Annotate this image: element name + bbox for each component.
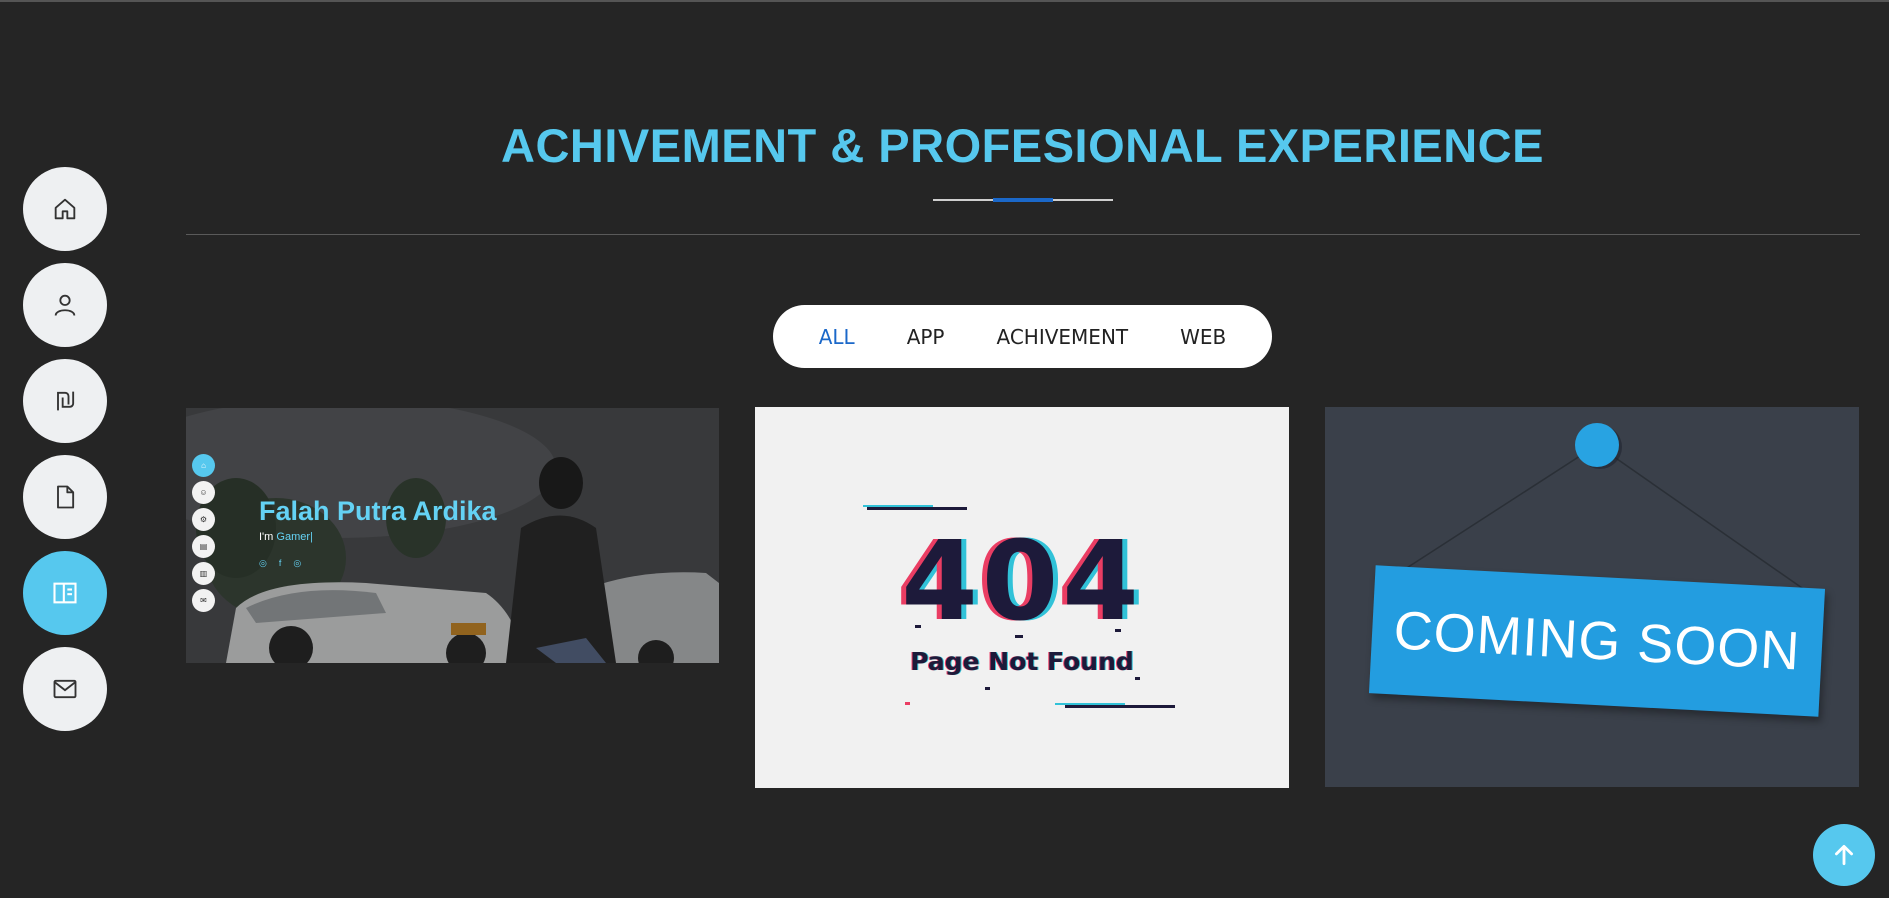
- nav-portfolio-button[interactable]: [23, 551, 107, 635]
- title-underline: [933, 198, 1113, 202]
- preview-file-icon: ▤: [192, 535, 215, 558]
- filter-achivement[interactable]: ACHIVEMENT: [971, 325, 1155, 349]
- preview-subtitle-highlight: Gamer|: [276, 531, 313, 543]
- portfolio-card-coming-soon[interactable]: COMING SOON: [1325, 407, 1859, 787]
- preview-subtitle-prefix: I'm: [259, 531, 277, 543]
- portfolio-card-404[interactable]: 404 Page Not Found: [755, 407, 1289, 788]
- coming-soon-text: COMING SOON: [1392, 600, 1802, 682]
- section-title: ACHIVEMENT & PROFESIONAL EXPERIENCE: [501, 119, 1544, 172]
- scroll-top-button[interactable]: [1813, 824, 1875, 886]
- filter-all[interactable]: ALL: [793, 325, 881, 349]
- section-divider: [186, 234, 1860, 235]
- coming-soon-sign: COMING SOON: [1368, 565, 1826, 717]
- title-underline-accent: [993, 198, 1053, 202]
- error-code: 404: [901, 517, 1143, 645]
- nav-resume-button[interactable]: [23, 455, 107, 539]
- preview-mail-icon: ✉: [192, 589, 215, 612]
- preview-subtitle: I'm Gamer|: [259, 531, 313, 543]
- preview-skills-icon: ⚙: [192, 508, 215, 531]
- filter-app[interactable]: APP: [881, 325, 971, 349]
- arrow-up-icon: [1835, 844, 1853, 866]
- pin-icon: [1575, 423, 1619, 467]
- home-icon: [54, 198, 76, 220]
- preview-user-icon: ☺: [192, 481, 215, 504]
- nav-home-button[interactable]: [23, 167, 107, 251]
- file-icon: [57, 485, 75, 509]
- nav-contact-button[interactable]: [23, 647, 107, 731]
- portfolio-card-website[interactable]: ⌂ ☺ ⚙ ▤ ▥ ✉ Falah Putra Ardika I'm Gamer…: [186, 408, 719, 663]
- preview-portfolio-icon: ▥: [192, 562, 215, 585]
- shekel-icon: [57, 391, 75, 411]
- preview-social-icons: ◎f◎: [259, 558, 314, 568]
- portfolio-icon: [53, 582, 77, 604]
- mail-icon: [53, 679, 77, 699]
- nav-about-button[interactable]: [23, 263, 107, 347]
- nav-skills-button[interactable]: [23, 359, 107, 443]
- preview-home-icon: ⌂: [192, 454, 215, 477]
- preview-name: Falah Putra Ardika: [259, 496, 497, 526]
- filter-web[interactable]: WEB: [1154, 325, 1252, 349]
- error-message: Page Not Found: [910, 647, 1134, 676]
- portfolio-filters: ALL APP ACHIVEMENT WEB: [773, 305, 1272, 368]
- user-icon: [54, 294, 76, 316]
